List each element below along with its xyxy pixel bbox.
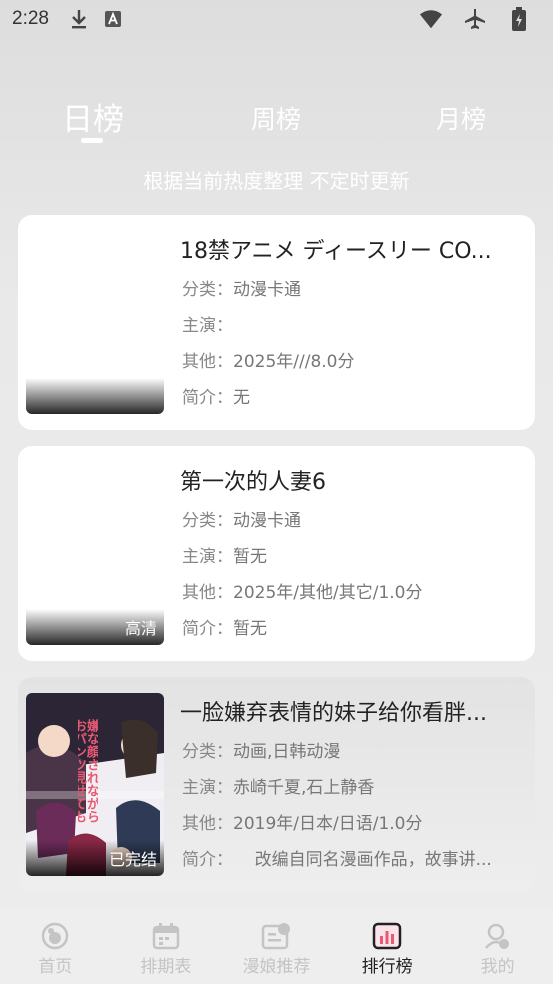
item-intro: 暂无 [233, 619, 267, 639]
category-label: 分类： [182, 511, 233, 531]
item-other: 2019年/日本/日语/1.0分 [233, 814, 423, 834]
tab-weekly[interactable]: 周榜 [251, 100, 301, 136]
item-intro-row: 简介： 改编自同名漫画作品，故事讲... [182, 845, 527, 870]
nav-profile[interactable]: 我的 [442, 908, 553, 984]
intro-label: 简介： [182, 388, 233, 408]
item-title: 18禁アニメ ディースリー CO... [180, 239, 492, 264]
calendar-icon [152, 923, 180, 950]
bottom-navigation: 首页 排期表 漫娘推荐 排行榜 我的 [0, 908, 553, 984]
nav-schedule-label: 排期表 [140, 957, 192, 977]
intro-label: 简介： [182, 850, 233, 870]
ranking-item-card[interactable]: 18禁アニメ ディースリー CO... 分类：动漫卡通 主演： 其他：2025年… [18, 215, 535, 430]
item-other-row: 其他：2019年/日本/日语/1.0分 [182, 809, 527, 834]
nav-recommend[interactable]: 漫娘推荐 [221, 908, 332, 984]
nav-ranking-label: 排行榜 [361, 957, 413, 977]
item-other: 2025年/其他/其它/1.0分 [233, 583, 423, 603]
intro-label: 简介： [182, 619, 233, 639]
item-cast-row: 主演：赤崎千夏,石上静香 [182, 773, 527, 798]
item-intro: 无 [233, 388, 250, 408]
ranking-period-tabs: 日榜 周榜 月榜 [0, 92, 553, 144]
home-icon [42, 922, 69, 950]
other-label: 其他： [182, 583, 233, 603]
item-category-row: 分类：动漫卡通 [182, 506, 527, 531]
item-other: 2025年///8.0分 [233, 352, 355, 372]
item-cast-row: 主演： [182, 311, 527, 336]
item-cast: 暂无 [233, 547, 267, 567]
download-icon [67, 7, 91, 31]
status-bar: 2:28 [0, 0, 553, 38]
wifi-icon [419, 7, 443, 31]
ranking-subtitle: 根据当前热度整理 不定时更新 [143, 169, 410, 193]
item-category: 动漫卡通 [233, 280, 301, 300]
item-other-row: 其他：2025年///8.0分 [182, 347, 527, 372]
ranking-icon [372, 922, 402, 950]
item-category: 动漫卡通 [233, 511, 301, 531]
recommend-icon [262, 923, 291, 950]
item-category: 动画,日韩动漫 [233, 742, 341, 762]
item-poster [26, 231, 164, 414]
tab-daily[interactable]: 日榜 [62, 94, 124, 139]
item-other-row: 其他：2025年/其他/其它/1.0分 [182, 578, 527, 603]
category-label: 分类： [182, 280, 233, 300]
item-intro: 改编自同名漫画作品，故事讲... [233, 850, 492, 870]
other-label: 其他： [182, 814, 233, 834]
a-notification-icon [101, 7, 125, 31]
poster-title-text: 嫌な顔されながらおパンツ見せてもらいたい2 [78, 719, 98, 823]
item-intro-row: 简介：暂无 [182, 614, 527, 639]
nav-ranking[interactable]: 排行榜 [332, 908, 443, 984]
profile-icon [484, 923, 509, 949]
nav-home[interactable]: 首页 [0, 908, 111, 984]
item-category-row: 分类：动漫卡通 [182, 275, 527, 300]
airplane-icon [463, 7, 487, 31]
category-label: 分类： [182, 742, 233, 762]
quality-badge: 高清 [124, 619, 157, 638]
nav-home-label: 首页 [38, 957, 73, 977]
nav-profile-label: 我的 [480, 957, 515, 977]
item-cast: 赤崎千夏,石上静香 [233, 778, 375, 798]
ranking-item-card[interactable]: 嫌な顔されながらおパンツ見せてもらいたい2 已完结 一脸嫌弃表情的妹子给你看胖.… [18, 677, 535, 892]
tab-monthly[interactable]: 月榜 [436, 100, 486, 136]
status-badge: 已完结 [108, 850, 157, 869]
nav-schedule[interactable]: 排期表 [111, 908, 222, 984]
ranking-item-card[interactable]: 高清 第一次的人妻6 分类：动漫卡通 主演：暂无 其他：2025年/其他/其它/… [18, 446, 535, 661]
item-title: 一脸嫌弃表情的妹子给你看胖... [180, 701, 487, 726]
cast-label: 主演： [182, 316, 233, 336]
battery-icon [507, 7, 531, 31]
item-poster: 高清 [26, 462, 164, 645]
item-intro-row: 简介：无 [182, 383, 527, 408]
cast-label: 主演： [182, 547, 233, 567]
item-cast-row: 主演：暂无 [182, 542, 527, 567]
status-time: 2:28 [12, 8, 49, 29]
active-tab-indicator [81, 138, 103, 143]
nav-recommend-label: 漫娘推荐 [242, 957, 311, 977]
other-label: 其他： [182, 352, 233, 372]
cast-label: 主演： [182, 778, 233, 798]
item-poster: 嫌な顔されながらおパンツ見せてもらいたい2 已完结 [26, 693, 164, 876]
poster-shade [26, 378, 164, 414]
item-category-row: 分类：动画,日韩动漫 [182, 737, 527, 762]
item-title: 第一次的人妻6 [180, 470, 326, 495]
